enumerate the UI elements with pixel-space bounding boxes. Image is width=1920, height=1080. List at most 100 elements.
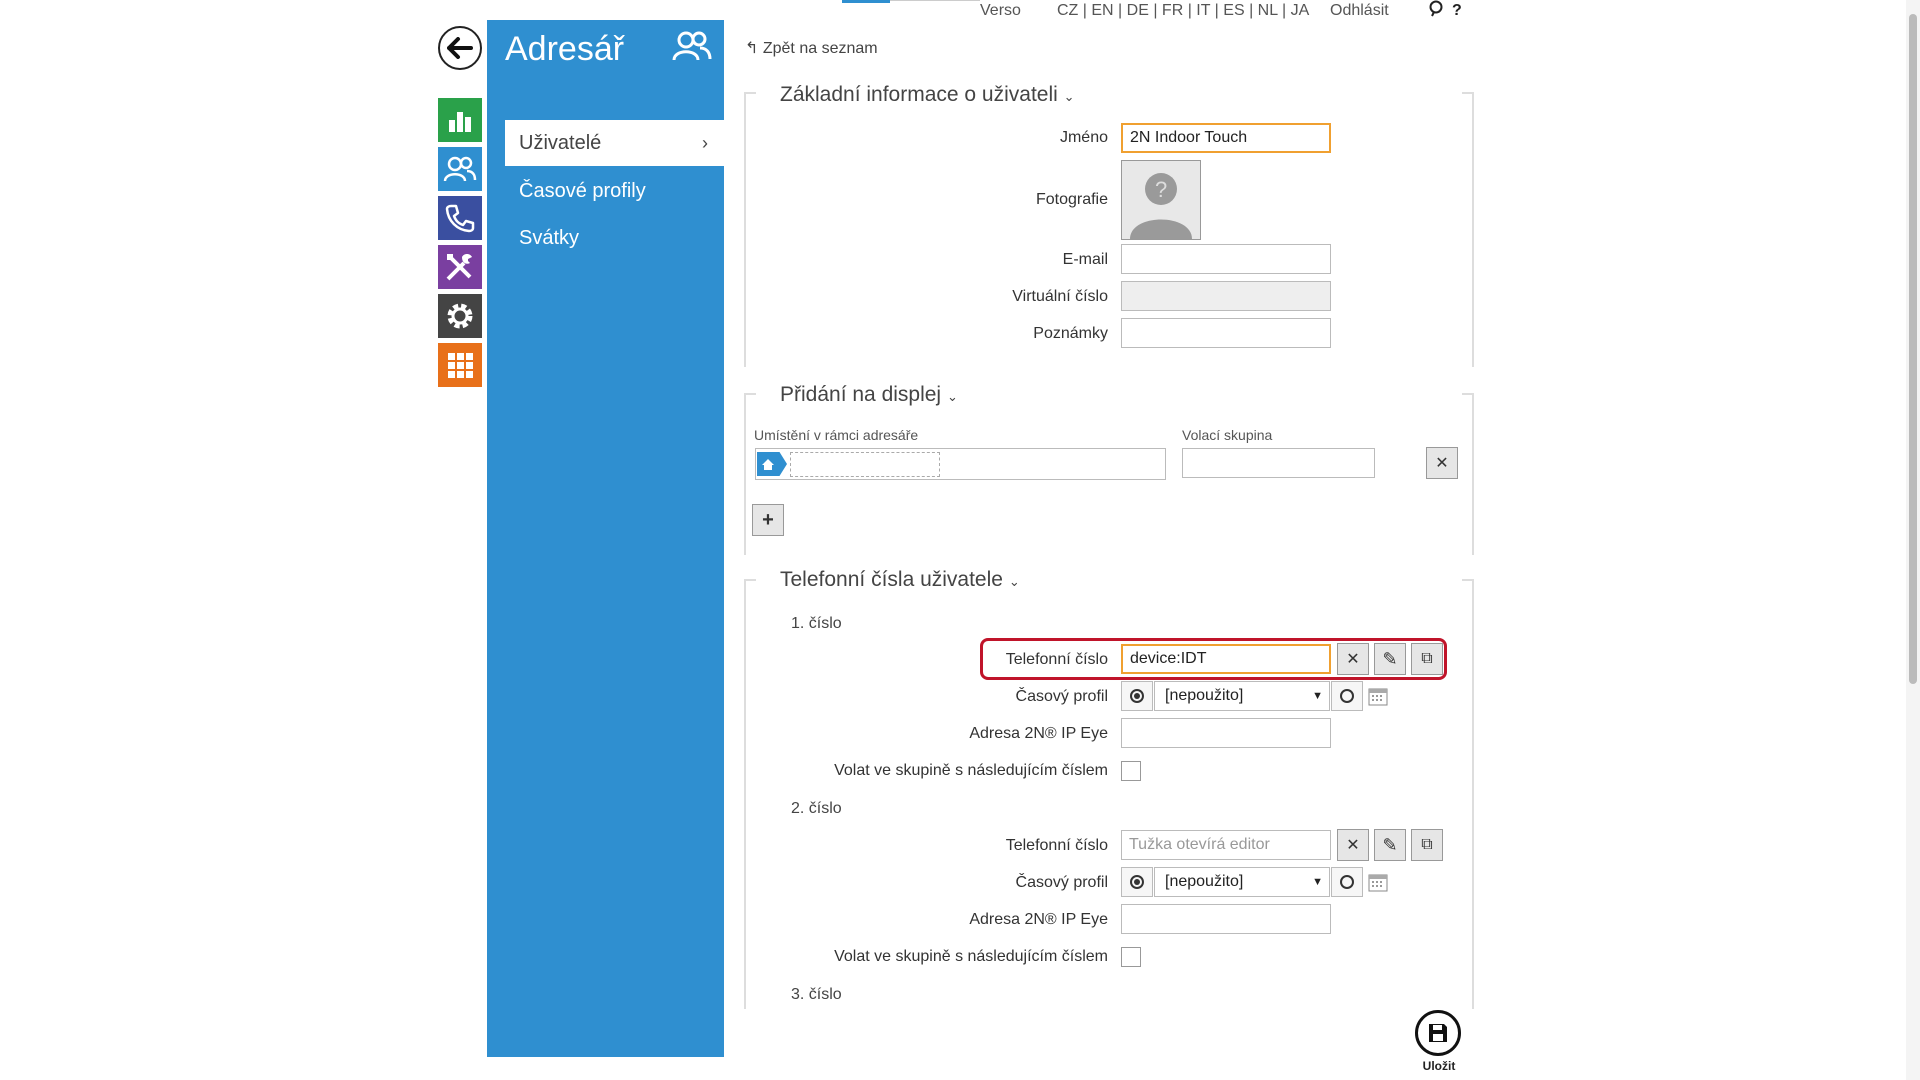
reply-arrow-icon: ↰ (745, 40, 759, 57)
copy-icon: ⧉ (1421, 836, 1433, 853)
search-icon[interactable] (1428, 0, 1444, 23)
users-icon (672, 30, 712, 67)
phone-2-clear-button[interactable]: ✕ (1337, 829, 1369, 861)
scrollbar-thumb[interactable] (1909, 14, 1917, 684)
basic-info-title[interactable]: Základní informace o uživateli ⌄ (780, 83, 1075, 107)
rail-status-button[interactable] (438, 98, 482, 142)
floppy-disk-icon (1429, 1024, 1447, 1042)
add-display-button[interactable]: + (752, 504, 784, 536)
chevron-right-icon: › (702, 133, 708, 153)
rail-services-button[interactable] (438, 294, 482, 338)
top-accent-bar (842, 0, 890, 3)
rail-calls-button[interactable] (438, 196, 482, 240)
location-drop-zone[interactable] (790, 452, 940, 477)
phone-2-edit-button[interactable]: ✎ (1374, 829, 1406, 861)
rail-hardware-button[interactable] (438, 245, 482, 289)
rail-directory-button[interactable] (438, 147, 482, 191)
phone-number-label: Telefonní číslo (1005, 651, 1108, 668)
email-label: E-mail (1062, 251, 1108, 268)
sidebar-item-time-profiles[interactable]: Časové profily (505, 168, 724, 214)
ipeye-label: Adresa 2N® IP Eye (969, 911, 1108, 928)
chevron-down-icon: ⌄ (946, 389, 958, 404)
bar-chart-icon (449, 112, 471, 132)
pencil-icon: ✎ (1382, 648, 1398, 669)
name-input[interactable] (1121, 123, 1331, 153)
phones-section-title[interactable]: Telefonní čísla uživatele ⌄ (780, 568, 1020, 592)
phone-1-clear-button[interactable]: ✕ (1337, 643, 1369, 675)
location-field[interactable] (755, 448, 1166, 480)
directory-sidebar: Adresář Uživatelé › Časové profily Svátk… (487, 20, 724, 1057)
page-scrollbar[interactable] (1906, 0, 1920, 1080)
phone-3-heading: 3. číslo (791, 986, 842, 1003)
phone-1-group-call-checkbox[interactable] (1121, 761, 1141, 781)
radio-on-icon (1130, 689, 1144, 703)
phone-2-copy-button[interactable]: ⧉ (1411, 829, 1443, 861)
phone-icon (445, 204, 475, 233)
email-input[interactable] (1121, 244, 1331, 274)
sidebar-item-label: Svátky (519, 227, 580, 249)
phone-2-input[interactable] (1121, 830, 1331, 860)
dropdown-arrow-icon: ▼ (1312, 876, 1323, 888)
rail-system-button[interactable] (438, 343, 482, 387)
radio-on-icon (1130, 875, 1144, 889)
phone-1-input[interactable] (1121, 644, 1331, 674)
close-icon: ✕ (1346, 651, 1360, 668)
sidebar-item-holidays[interactable]: Svátky (505, 215, 724, 261)
plus-icon: + (762, 508, 774, 531)
arrow-left-icon (447, 37, 473, 59)
phone-2-ipeye-input[interactable] (1121, 904, 1331, 934)
notes-input[interactable] (1121, 318, 1331, 348)
grid-icon (448, 353, 473, 378)
phone-1-edit-button[interactable]: ✎ (1374, 643, 1406, 675)
logout-link[interactable]: Odhlásit (1330, 2, 1389, 20)
users-icon (443, 156, 477, 182)
phone-2-profile-mode-used[interactable] (1121, 867, 1153, 897)
phone-1-profile-mode-unused[interactable] (1331, 681, 1363, 711)
call-group-label: Volací skupina (1182, 427, 1273, 443)
basic-info-section (744, 92, 1474, 367)
call-group-input[interactable] (1182, 448, 1375, 478)
phone-1-profile-mode-used[interactable] (1121, 681, 1153, 711)
group-call-label: Volat ve skupině s následujícím číslem (834, 948, 1108, 965)
phone-2-group-call-checkbox[interactable] (1121, 947, 1141, 967)
chevron-down-icon: ⌄ (1063, 89, 1075, 104)
back-to-list-link[interactable]: ↰ Zpět na seznam (745, 38, 878, 58)
chevron-down-icon: ⌄ (1008, 574, 1020, 589)
product-name: Verso (980, 2, 1021, 19)
notes-label: Poznámky (1033, 325, 1108, 342)
help-button[interactable]: ? (1452, 2, 1462, 20)
phone-1-heading: 1. číslo (791, 615, 842, 632)
top-divider (890, 0, 980, 1)
phone-2-profile-mode-unused[interactable] (1331, 867, 1363, 897)
phone-number-label: Telefonní číslo (1005, 837, 1108, 854)
copy-icon: ⧉ (1421, 650, 1433, 667)
virtual-number-label: Virtuální číslo (1012, 288, 1108, 305)
display-section-title[interactable]: Přidání na displej ⌄ (780, 383, 958, 407)
phone-1-time-profile-select[interactable]: [nepoužito] ▼ (1154, 681, 1330, 711)
group-call-label: Volat ve skupině s následujícím číslem (834, 762, 1108, 779)
sidebar-item-label: Časové profily (519, 180, 646, 202)
calendar-icon[interactable] (1368, 872, 1388, 897)
location-label: Umístění v rámci adresáře (754, 427, 919, 443)
calendar-icon[interactable] (1368, 686, 1388, 711)
svg-text:?: ? (1155, 177, 1167, 202)
tools-icon (446, 254, 472, 281)
time-profile-label: Časový profil (1015, 688, 1108, 705)
pencil-icon: ✎ (1382, 834, 1398, 855)
photo-placeholder[interactable]: ? (1121, 160, 1201, 240)
phone-1-ipeye-input[interactable] (1121, 718, 1331, 748)
gear-icon (447, 303, 473, 329)
remove-display-button[interactable]: ✕ (1426, 447, 1458, 479)
photo-label: Fotografie (1035, 191, 1108, 208)
back-button[interactable] (438, 26, 482, 70)
phone-2-time-profile-select[interactable]: [nepoužito] ▼ (1154, 867, 1330, 897)
sidebar-title: Adresář (505, 30, 625, 68)
save-label: Uložit (1422, 1059, 1456, 1073)
save-button[interactable] (1415, 1010, 1461, 1056)
sidebar-item-users[interactable]: Uživatelé › (505, 120, 724, 166)
close-icon: ✕ (1435, 455, 1449, 472)
home-icon (757, 452, 787, 476)
virtual-number-input (1121, 281, 1331, 311)
phone-1-copy-button[interactable]: ⧉ (1411, 643, 1443, 675)
language-selector[interactable]: CZ | EN | DE | FR | IT | ES | NL | JA (1057, 2, 1309, 20)
